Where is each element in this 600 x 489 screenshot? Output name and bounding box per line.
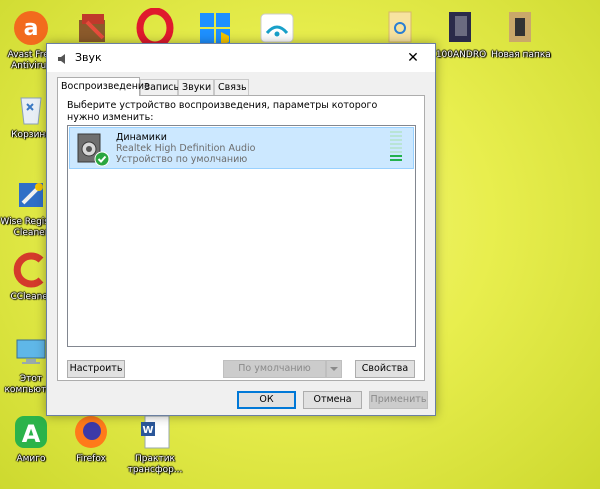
device-name: Динамики bbox=[116, 132, 167, 143]
desktop-icon-opera[interactable] bbox=[124, 7, 186, 49]
close-icon: ✕ bbox=[407, 50, 419, 66]
device-driver: Realtek High Definition Audio bbox=[116, 143, 256, 154]
level-meter bbox=[390, 131, 402, 165]
firefox-icon bbox=[71, 412, 111, 452]
desktop-icon-new-folder[interactable]: Новая папка bbox=[490, 8, 552, 61]
desktop-icon-word-doc[interactable]: W Практик трансфор... bbox=[124, 412, 186, 476]
desktop-icon-100andro[interactable]: 100ANDRO bbox=[430, 8, 492, 61]
svg-text:a: a bbox=[24, 16, 39, 41]
svg-text:W: W bbox=[142, 425, 153, 436]
level-bar bbox=[390, 147, 402, 149]
level-bar bbox=[390, 131, 402, 133]
device-row-speakers[interactable]: Динамики Realtek High Definition Audio У… bbox=[69, 127, 414, 169]
level-bar bbox=[390, 135, 402, 137]
chevron-down-icon bbox=[330, 367, 338, 371]
wifi-cloud-icon bbox=[257, 8, 297, 48]
apply-button[interactable]: Применить bbox=[369, 391, 428, 409]
desktop-icon-firefox[interactable]: Firefox bbox=[60, 412, 122, 465]
set-default-button[interactable]: По умолчанию bbox=[223, 360, 326, 378]
device-status: Устройство по умолчанию bbox=[116, 154, 248, 165]
installer-icon bbox=[73, 8, 113, 48]
dialog-title: Звук bbox=[75, 51, 102, 64]
amigo-icon: A bbox=[11, 412, 51, 452]
svg-text:A: A bbox=[22, 420, 41, 448]
desktop-icon-wifi-cloud[interactable] bbox=[246, 8, 308, 48]
desktop-icon-file[interactable] bbox=[368, 8, 430, 48]
wise-registry-icon bbox=[11, 175, 51, 215]
ccleaner-icon bbox=[11, 250, 51, 290]
level-bar bbox=[390, 151, 402, 153]
word-document-icon: W bbox=[135, 412, 175, 452]
tab-sounds[interactable]: Звуки bbox=[178, 79, 214, 95]
tab-playback[interactable]: Воспроизведение bbox=[57, 77, 150, 96]
properties-button[interactable]: Свойства bbox=[355, 360, 415, 378]
cancel-button[interactable]: Отмена bbox=[303, 391, 362, 409]
recycle-bin-icon bbox=[11, 88, 51, 128]
file-icon bbox=[379, 8, 419, 48]
level-bar bbox=[390, 143, 402, 145]
title-bar: Звук ✕ bbox=[47, 44, 435, 72]
computer-icon bbox=[11, 332, 51, 372]
playback-panel: Выберите устройство воспроизведения, пар… bbox=[57, 95, 425, 381]
folder-icon bbox=[501, 8, 541, 48]
tab-communications[interactable]: Связь bbox=[214, 79, 249, 95]
ok-button[interactable]: ОК bbox=[237, 391, 296, 409]
configure-button[interactable]: Настроить bbox=[67, 360, 125, 378]
instruction-text: Выберите устройство воспроизведения, пар… bbox=[67, 100, 378, 123]
avast-icon: a bbox=[11, 8, 51, 48]
sound-dialog: Звук ✕ Воспроизведение Запись Звуки Связ… bbox=[46, 43, 436, 416]
speaker-icon bbox=[76, 133, 110, 167]
device-list[interactable]: Динамики Realtek High Definition Audio У… bbox=[67, 125, 416, 347]
windows-icon bbox=[195, 8, 235, 48]
close-button[interactable]: ✕ bbox=[391, 44, 435, 72]
speaker-title-icon bbox=[56, 51, 70, 65]
level-bar bbox=[390, 159, 402, 161]
desktop-icon-amigo[interactable]: A Амиго bbox=[0, 412, 62, 465]
level-bar bbox=[390, 139, 402, 141]
desktop-icon-windows-setup[interactable] bbox=[184, 8, 246, 48]
set-default-dropdown[interactable] bbox=[326, 360, 342, 378]
desktop-icon-ccleaner-installer[interactable] bbox=[62, 8, 124, 48]
folder-icon bbox=[441, 8, 481, 48]
level-bar bbox=[390, 155, 402, 157]
opera-icon bbox=[135, 7, 175, 49]
